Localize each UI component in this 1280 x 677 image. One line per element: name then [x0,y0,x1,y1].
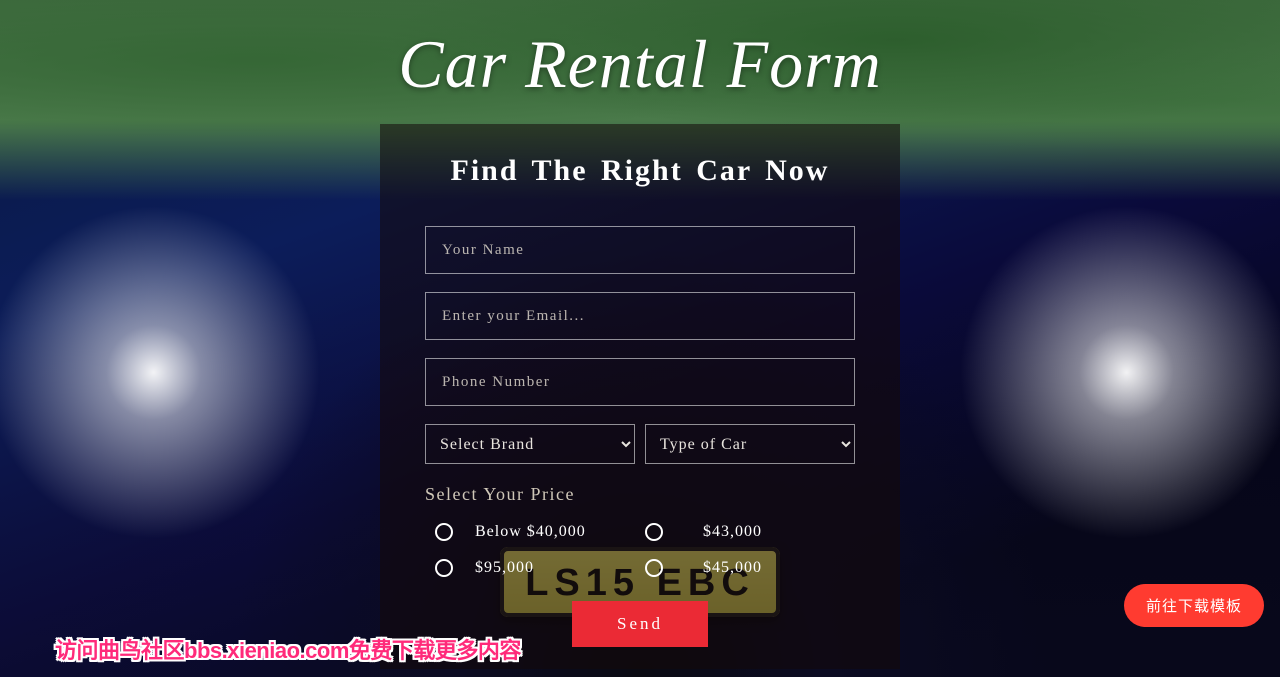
price-option-95k[interactable]: $95,000 [435,559,635,577]
price-option-43k[interactable]: $43,000 [645,523,845,541]
price-option-label: $95,000 [475,559,534,577]
send-button[interactable]: Send [572,601,708,647]
price-option-label: Below $40,000 [475,523,586,541]
rental-form-card: Find The Right Car Now Select Brand Type… [380,124,900,669]
price-option-label: $45,000 [703,559,762,577]
radio-icon [645,523,663,541]
price-section-label: Select Your Price [425,484,855,505]
price-option-label: $43,000 [703,523,762,541]
type-select[interactable]: Type of Car [645,424,855,464]
radio-icon [435,559,453,577]
email-input[interactable] [425,292,855,340]
brand-select[interactable]: Select Brand [425,424,635,464]
page-title: Car Rental Form [0,0,1280,104]
price-option-45k[interactable]: $45,000 [645,559,845,577]
form-heading: Find The Right Car Now [425,154,855,188]
price-radio-group: Below $40,000 $43,000 $95,000 $45,000 [425,523,855,577]
radio-icon [645,559,663,577]
download-template-button[interactable]: 前往下载模板 [1124,584,1264,627]
name-input[interactable] [425,226,855,274]
watermark-text: 访问曲鸟社区bbs.xieniao.com免费下载更多内容 [55,633,521,665]
price-option-below-40k[interactable]: Below $40,000 [435,523,635,541]
radio-icon [435,523,453,541]
phone-input[interactable] [425,358,855,406]
